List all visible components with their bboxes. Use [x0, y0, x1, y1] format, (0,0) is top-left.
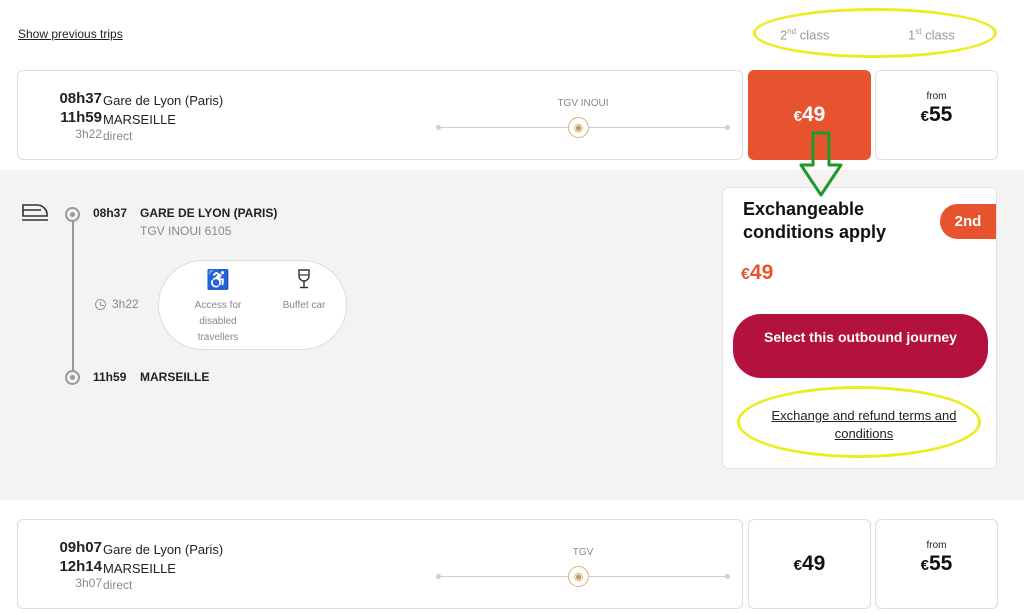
currency-symbol: €: [741, 266, 750, 283]
price-from-label: from: [926, 540, 947, 551]
service-buffet: Buffet car: [269, 269, 339, 314]
train-type: TGV: [572, 547, 594, 558]
tab-first-class[interactable]: 1st class: [908, 27, 955, 42]
arrive-time: 11h59: [60, 109, 102, 126]
trip-card[interactable]: 08h37 11h59 3h22 Gare de Lyon (Paris) MA…: [17, 70, 743, 160]
detail-depart-station: GARE DE LYON (PARIS): [140, 206, 278, 220]
price-value: 49: [801, 552, 826, 575]
price-value: 49: [801, 103, 826, 126]
green-arrow-annotation: [799, 131, 843, 197]
from-station: Gare de Lyon (Paris): [103, 542, 224, 557]
trip-times: 08h37 11h59 3h22: [36, 89, 102, 142]
class-selector: 2nd class 1st class: [753, 8, 997, 58]
first-class-sup: st: [915, 27, 922, 36]
wine-glass-icon: [269, 269, 339, 293]
terms-link[interactable]: Exchange and refund terms and conditions: [770, 407, 958, 443]
price-value: 55: [928, 552, 953, 575]
to-station: MARSEILLE: [103, 561, 176, 576]
price-amount: €55: [876, 103, 997, 127]
price-from-label: [749, 91, 870, 103]
currency-symbol: €: [793, 557, 802, 574]
first-class-price-button[interactable]: from €55: [875, 70, 998, 160]
train-type: TGV INOUI: [557, 98, 609, 109]
price-from-label: [749, 540, 870, 552]
first-class-price-button[interactable]: from €55: [875, 519, 998, 609]
service-label: Access for disabled travellers: [194, 300, 242, 343]
terms-highlight: Exchange and refund terms and conditions: [737, 386, 981, 458]
trip-details-panel: 08h37 GARE DE LYON (PARIS) TGV INOUI 610…: [0, 170, 1024, 500]
trip-type: direct: [103, 578, 133, 592]
wine-glass-icon: ◉: [568, 117, 589, 138]
service-label: Buffet car: [282, 300, 326, 311]
wine-glass-icon: ◉: [568, 566, 589, 587]
departure-stop-dot: [65, 207, 80, 222]
services-pill: ♿ Access for disabled travellers Buffet …: [158, 260, 347, 350]
detail-depart-time: 08h37: [93, 206, 128, 220]
second-class-sup: nd: [787, 27, 797, 36]
class-badge: 2nd: [940, 204, 996, 239]
tab-second-class[interactable]: 2nd class: [780, 27, 829, 42]
price-value: 55: [928, 103, 953, 126]
from-station: Gare de Lyon (Paris): [103, 93, 224, 108]
detail-arrive-station: MARSEILLE: [140, 370, 210, 384]
arrive-time: 12h14: [59, 558, 102, 575]
depart-time: 09h07: [59, 539, 102, 556]
to-station: MARSEILLE: [103, 112, 176, 127]
train-icon: [22, 204, 48, 221]
wheelchair-icon: ♿: [206, 270, 230, 291]
show-previous-trips-link[interactable]: Show previous trips: [18, 27, 123, 41]
first-class-label: class: [925, 27, 955, 43]
currency-symbol: €: [920, 557, 929, 574]
detail-duration-row: 3h22: [95, 297, 139, 311]
select-outbound-button[interactable]: Select this outbound journey: [733, 314, 988, 378]
timeline-line: [72, 214, 74, 377]
fare-amount: 49: [749, 261, 774, 284]
price-from-label: from: [926, 91, 947, 102]
price-amount: €49: [749, 552, 870, 576]
currency-symbol: €: [793, 108, 802, 125]
fare-price: €49: [741, 261, 773, 285]
price-amount: €49: [749, 103, 870, 127]
trip-stations: Gare de Lyon (Paris) MARSEILLE direct: [103, 540, 223, 593]
fare-title: Exchangeable conditions apply: [743, 199, 887, 242]
trip-type: direct: [103, 129, 133, 143]
depart-time: 08h37: [59, 90, 102, 107]
arrival-stop-dot: [65, 370, 80, 385]
fare-card: Exchangeable conditions apply 2nd €49 Se…: [722, 187, 997, 469]
second-class-label: class: [799, 27, 830, 43]
price-amount: €55: [876, 552, 997, 576]
trip-card[interactable]: 09h07 12h14 3h07 Gare de Lyon (Paris) MA…: [17, 519, 743, 609]
trip-times: 09h07 12h14 3h07: [36, 538, 102, 591]
clock-icon: [95, 298, 106, 310]
trip-stations: Gare de Lyon (Paris) MARSEILLE direct: [103, 91, 223, 144]
service-access: ♿ Access for disabled travellers: [183, 269, 253, 346]
detail-duration: 3h22: [112, 297, 139, 311]
trip-duration: 3h22: [75, 127, 102, 141]
trip-duration: 3h07: [75, 576, 102, 590]
second-class-price-button[interactable]: €49: [748, 519, 871, 609]
detail-arrive-time: 11h59: [93, 370, 127, 384]
train-number: TGV INOUI 6105: [140, 224, 232, 238]
currency-symbol: €: [920, 108, 929, 125]
